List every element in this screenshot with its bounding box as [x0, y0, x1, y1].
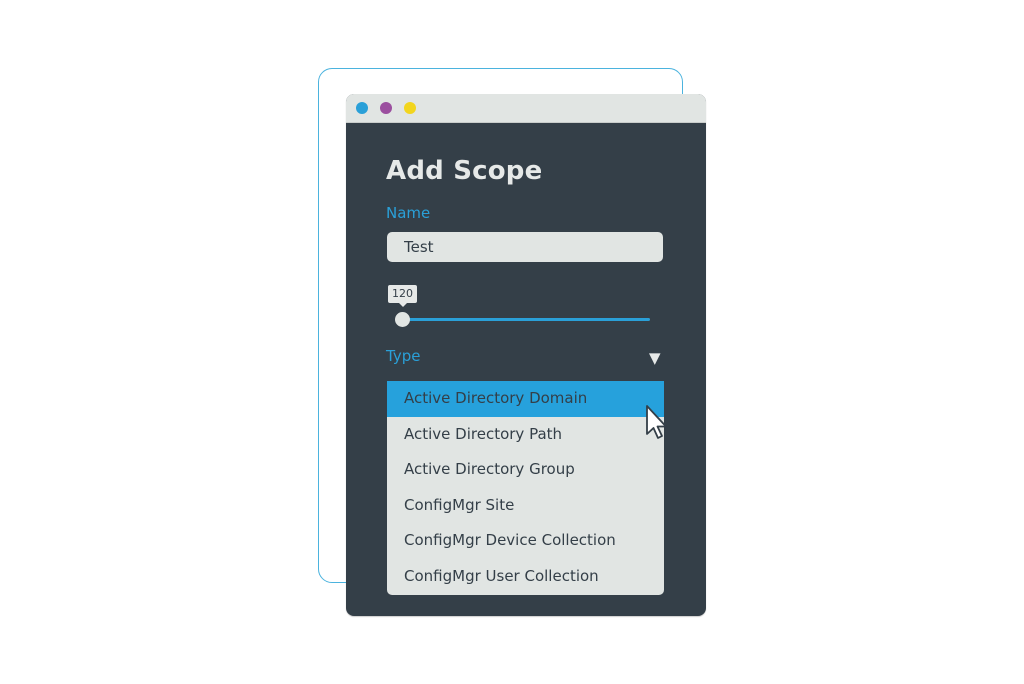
- slider-thumb[interactable]: [395, 312, 410, 327]
- type-dropdown-list: Active Directory Domain Active Directory…: [387, 381, 664, 595]
- type-option-active-directory-path[interactable]: Active Directory Path: [387, 417, 664, 453]
- add-scope-window: Add Scope Name 120 Type ▼ Active Directo…: [346, 94, 706, 616]
- name-label: Name: [386, 204, 431, 222]
- mouse-pointer-icon: [646, 405, 667, 439]
- slider-track[interactable]: [402, 318, 650, 321]
- window-dot-yellow-icon[interactable]: [404, 102, 416, 114]
- type-option-active-directory-domain[interactable]: Active Directory Domain: [387, 381, 664, 417]
- slider-value-tooltip: 120: [388, 285, 417, 307]
- type-label: Type: [386, 347, 421, 365]
- type-option-active-directory-group[interactable]: Active Directory Group: [387, 452, 664, 488]
- type-option-configmgr-device-collection[interactable]: ConfigMgr Device Collection: [387, 523, 664, 559]
- name-input[interactable]: [387, 232, 663, 262]
- type-option-configmgr-user-collection[interactable]: ConfigMgr User Collection: [387, 559, 664, 595]
- dialog-title: Add Scope: [386, 156, 543, 186]
- window-dot-purple-icon[interactable]: [380, 102, 392, 114]
- window-titlebar: [346, 94, 706, 123]
- type-option-configmgr-site[interactable]: ConfigMgr Site: [387, 488, 664, 524]
- window-dot-blue-icon[interactable]: [356, 102, 368, 114]
- dropdown-caret-icon[interactable]: ▼: [649, 349, 661, 367]
